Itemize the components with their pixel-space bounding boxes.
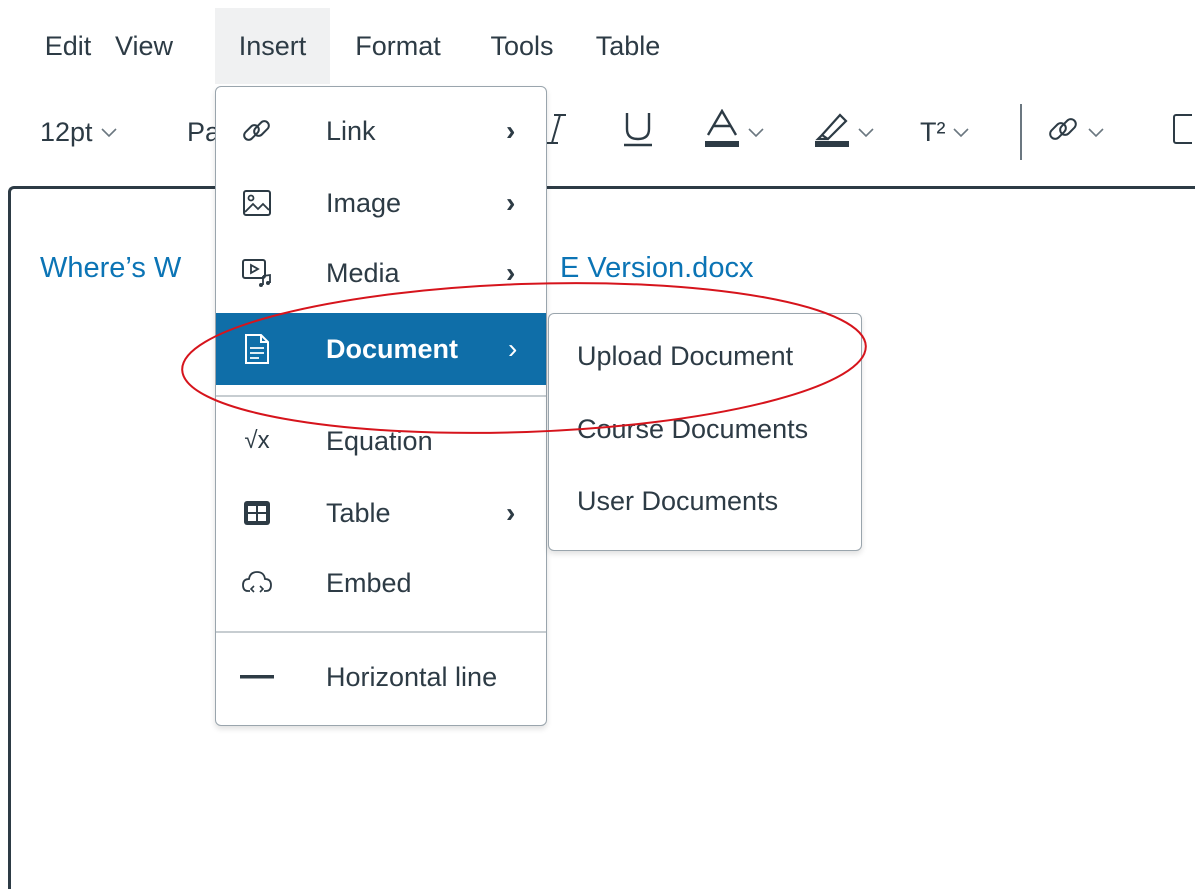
menu-item-label: Equation: [326, 425, 433, 456]
embed-icon: [240, 566, 274, 600]
font-size-value: 12pt: [40, 116, 93, 147]
insert-horizontal-line-item[interactable]: Horizontal line: [216, 641, 546, 713]
document-submenu: Upload Document Course Documents User Do…: [548, 313, 862, 551]
insert-table-item[interactable]: Table ›: [216, 477, 546, 549]
menu-view[interactable]: View: [112, 8, 176, 84]
horizontal-line-icon: [240, 660, 274, 694]
insert-image-item[interactable]: Image ›: [216, 167, 546, 239]
chevron-right-icon: ›: [508, 333, 518, 364]
superscript-button[interactable]: T²: [920, 100, 970, 164]
media-icon: [240, 256, 274, 290]
superscript-icon: T²: [920, 116, 946, 147]
underline-icon: [622, 111, 654, 154]
link-icon: [1046, 112, 1080, 153]
insert-embed-item[interactable]: Embed: [216, 547, 546, 619]
menu-table[interactable]: Table: [590, 8, 666, 84]
insert-equation-item[interactable]: √x Equation: [216, 405, 546, 477]
font-size-select[interactable]: 12pt: [40, 100, 117, 164]
italic-icon: [545, 112, 567, 153]
menu-divider: [216, 631, 546, 633]
chevron-right-icon: ›: [506, 497, 516, 528]
menu-item-label: Embed: [326, 567, 412, 598]
toolbar-separator: [1020, 104, 1022, 160]
insert-media-item[interactable]: Media ›: [216, 237, 546, 309]
upload-document-item[interactable]: Upload Document: [577, 341, 793, 372]
insert-document-item[interactable]: Document ›: [216, 313, 546, 385]
highlighter-icon: [814, 109, 850, 156]
menu-item-label: Table: [326, 497, 391, 528]
document-link-text-start: Where’s W: [40, 252, 182, 284]
link-icon: [240, 114, 274, 148]
insert-link-item[interactable]: Link ›: [216, 95, 546, 167]
text-color-button[interactable]: [704, 100, 764, 164]
menu-divider: [216, 395, 546, 397]
chevron-right-icon: ›: [506, 257, 516, 288]
toolbar: 12pt Pa T²: [0, 100, 1195, 164]
course-documents-item[interactable]: Course Documents: [577, 414, 808, 445]
menu-format[interactable]: Format: [348, 8, 448, 84]
chevron-down-icon: [748, 122, 764, 143]
chevron-down-icon: [858, 122, 874, 143]
chevron-down-icon: [1088, 122, 1104, 143]
menu-item-label: Horizontal line: [326, 661, 498, 692]
menu-item-label: Image: [326, 187, 402, 218]
menu-insert[interactable]: Insert: [215, 8, 330, 84]
toolbar-link-button[interactable]: [1046, 100, 1104, 164]
italic-button[interactable]: [545, 100, 567, 164]
menu-tools[interactable]: Tools: [484, 8, 560, 84]
menu-item-label: Link: [326, 115, 376, 146]
text-color-icon: [704, 108, 740, 156]
toolbar-image-button[interactable]: [1172, 100, 1195, 164]
underline-button[interactable]: [622, 100, 654, 164]
chevron-right-icon: ›: [506, 187, 516, 218]
chevron-down-icon: [953, 122, 970, 143]
document-link-text-end: E Version.docx: [560, 252, 754, 284]
image-icon: [240, 186, 274, 220]
table-icon: [240, 496, 274, 530]
chevron-down-icon: [100, 122, 117, 143]
highlight-color-button[interactable]: [814, 100, 874, 164]
image-icon: [1172, 112, 1195, 153]
menu-item-label: Document: [326, 333, 459, 364]
menu-item-label: Media: [326, 257, 400, 288]
menu-edit[interactable]: Edit: [38, 8, 98, 84]
equation-icon: √x: [244, 427, 270, 454]
insert-menu: Link › Image › Media › Document › √x Equ…: [215, 86, 547, 726]
user-documents-item[interactable]: User Documents: [577, 486, 778, 517]
chevron-right-icon: ›: [506, 115, 516, 146]
document-icon: [240, 332, 274, 366]
menu-bar: Edit View Insert Format Tools Table: [0, 0, 1195, 84]
